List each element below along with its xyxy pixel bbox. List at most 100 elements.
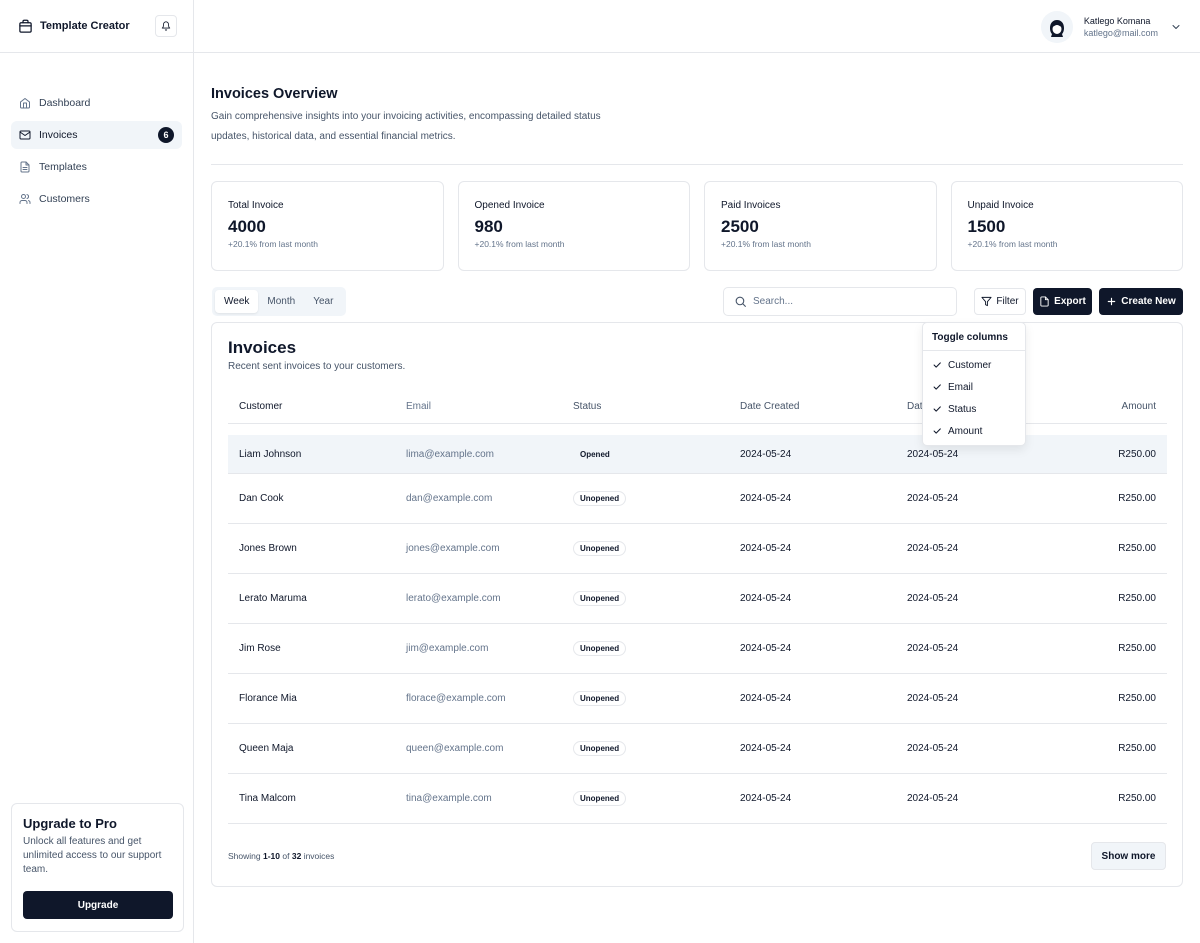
- status-cell: Unopened: [562, 741, 729, 756]
- date-created-cell: 2024-05-24: [740, 643, 792, 654]
- table-row[interactable]: Lerato Maruma lerato@example.com Unopene…: [228, 574, 1167, 624]
- column-header-amount[interactable]: Amount: [1063, 401, 1167, 412]
- file-icon: [1039, 296, 1050, 307]
- stat-value: 980: [474, 217, 503, 236]
- email-cell: lima@example.com: [406, 448, 494, 460]
- upgrade-text: Unlock all features and get unlimited ac…: [23, 836, 162, 875]
- invoices-subtitle: Recent sent invoices to your customers.: [228, 361, 406, 372]
- toggle-column-customer[interactable]: Customer: [923, 354, 1025, 376]
- top-bar: Katlego Komana katlego@mail.com: [194, 0, 1200, 53]
- date-cell: 2024-05-24: [907, 693, 959, 704]
- table-row[interactable]: Dan Cook dan@example.com Unopened 2024-0…: [228, 474, 1167, 524]
- status-badge: Unopened: [573, 691, 627, 706]
- amount-cell: R250.00: [1118, 493, 1156, 504]
- show-more-button[interactable]: Show more: [1091, 842, 1166, 870]
- customer-cell: Dan Cook: [239, 493, 284, 504]
- notifications-button[interactable]: [155, 15, 177, 37]
- date-created-cell: 2024-05-24: [740, 743, 792, 754]
- plus-icon: [1106, 296, 1117, 307]
- sidebar-item-label: Dashboard: [39, 97, 91, 109]
- tab-week[interactable]: Week: [215, 290, 259, 313]
- table-header: Customer Email Status Date Created Date …: [228, 390, 1167, 424]
- sidebar-item-templates[interactable]: Templates: [11, 153, 182, 181]
- search-input[interactable]: [753, 296, 943, 307]
- pagination-prefix: Showing: [228, 851, 261, 861]
- pagination-summary: Showing 1-10 of 32 invoices: [228, 851, 334, 861]
- sidebar-item-dashboard[interactable]: Dashboard: [11, 89, 182, 117]
- user-menu[interactable]: Katlego Komana katlego@mail.com: [1040, 10, 1182, 43]
- create-new-button[interactable]: Create New: [1099, 288, 1183, 315]
- email-cell: queen@example.com: [406, 743, 504, 754]
- status-badge: Unopened: [573, 591, 627, 606]
- email-cell: tina@example.com: [406, 793, 492, 804]
- table-row[interactable]: Jim Rose jim@example.com Unopened 2024-0…: [228, 624, 1167, 674]
- status-badge: Unopened: [573, 741, 627, 756]
- check-icon: [932, 426, 942, 436]
- briefcase-icon: [18, 19, 33, 34]
- app-name: Template Creator: [40, 20, 130, 32]
- column-header-customer[interactable]: Customer: [228, 401, 395, 412]
- stat-delta: +20.1% from last month: [721, 239, 812, 249]
- customer-cell: Florance Mia: [239, 693, 297, 704]
- status-badge: Unopened: [573, 791, 627, 806]
- user-name: Katlego Komana: [1083, 15, 1151, 26]
- date-created-cell: 2024-05-24: [740, 693, 792, 704]
- customer-cell: Queen Maja: [239, 743, 294, 754]
- tab-month[interactable]: Month: [258, 290, 304, 313]
- divider: [211, 164, 1183, 165]
- pagination-range: 1-10: [262, 851, 280, 861]
- date-created-cell: 2024-05-24: [740, 543, 792, 554]
- chevron-down-icon[interactable]: [1170, 21, 1182, 33]
- table-row[interactable]: Jones Brown jones@example.com Unopened 2…: [228, 524, 1167, 574]
- sidebar-item-customers[interactable]: Customers: [11, 185, 182, 213]
- amount-cell: R250.00: [1118, 448, 1156, 460]
- stat-delta: +20.1% from last month: [967, 239, 1058, 249]
- column-header-status[interactable]: Status: [562, 401, 729, 412]
- toggle-column-amount[interactable]: Amount: [923, 420, 1025, 442]
- toggle-columns-menu: Toggle columns Customer Email Status Amo…: [922, 322, 1026, 446]
- toggle-column-status[interactable]: Status: [923, 398, 1025, 420]
- customer-cell: Jones Brown: [239, 543, 297, 554]
- email-cell: florace@example.com: [406, 693, 506, 704]
- invoices-card: Invoices Recent sent invoices to your cu…: [211, 322, 1183, 887]
- pagination-of: of: [282, 851, 290, 861]
- status-cell: Unopened: [562, 691, 729, 706]
- table-body: Liam Johnson lima@example.com Opened 202…: [228, 435, 1167, 824]
- sidebar-item-label: Templates: [39, 161, 87, 173]
- sidebar-item-invoices[interactable]: Invoices 6: [11, 121, 182, 149]
- status-cell: Unopened: [562, 541, 729, 556]
- status-cell: Opened: [562, 447, 729, 462]
- table-row[interactable]: Florance Mia florace@example.com Unopene…: [228, 674, 1167, 724]
- page-description: Gain comprehensive insights into your in…: [211, 111, 601, 142]
- stat-card-opened: Opened Invoice 980 +20.1% from last mont…: [457, 181, 690, 271]
- check-icon: [932, 404, 942, 414]
- search-box: [723, 287, 957, 316]
- table-row[interactable]: Liam Johnson lima@example.com Opened 202…: [228, 435, 1167, 474]
- date-created-cell: 2024-05-24: [740, 793, 792, 804]
- stat-label: Total Invoice: [228, 200, 284, 211]
- email-cell: lerato@example.com: [406, 593, 501, 604]
- stat-value: 1500: [967, 217, 1006, 236]
- toggle-column-label: Status: [948, 403, 977, 415]
- filter-label: Filter: [996, 296, 1019, 307]
- column-header-date-created[interactable]: Date Created: [729, 401, 896, 412]
- table-row[interactable]: Tina Malcom tina@example.com Unopened 20…: [228, 774, 1167, 824]
- toggle-column-email[interactable]: Email: [923, 376, 1025, 398]
- invoices-title: Invoices: [228, 338, 297, 357]
- date-cell: 2024-05-24: [907, 593, 959, 604]
- user-email: katlego@mail.com: [1083, 27, 1158, 38]
- stat-label: Opened Invoice: [474, 200, 545, 211]
- filter-button[interactable]: Filter: [974, 288, 1026, 315]
- date-cell: 2024-05-24: [907, 493, 959, 504]
- amount-cell: R250.00: [1118, 743, 1156, 754]
- tab-year[interactable]: Year: [304, 290, 342, 313]
- column-header-email[interactable]: Email: [395, 401, 562, 412]
- export-button[interactable]: Export: [1033, 288, 1092, 315]
- table-row[interactable]: Queen Maja queen@example.com Unopened 20…: [228, 724, 1167, 774]
- upgrade-button[interactable]: Upgrade: [23, 891, 173, 919]
- date-created-cell: 2024-05-24: [740, 593, 792, 604]
- stat-card-paid: Paid Invoices 2500 +20.1% from last mont…: [704, 181, 937, 271]
- date-cell: 2024-05-24: [907, 448, 959, 460]
- check-icon: [932, 360, 942, 370]
- stat-card-total: Total Invoice 4000 +20.1% from last mont…: [211, 181, 444, 271]
